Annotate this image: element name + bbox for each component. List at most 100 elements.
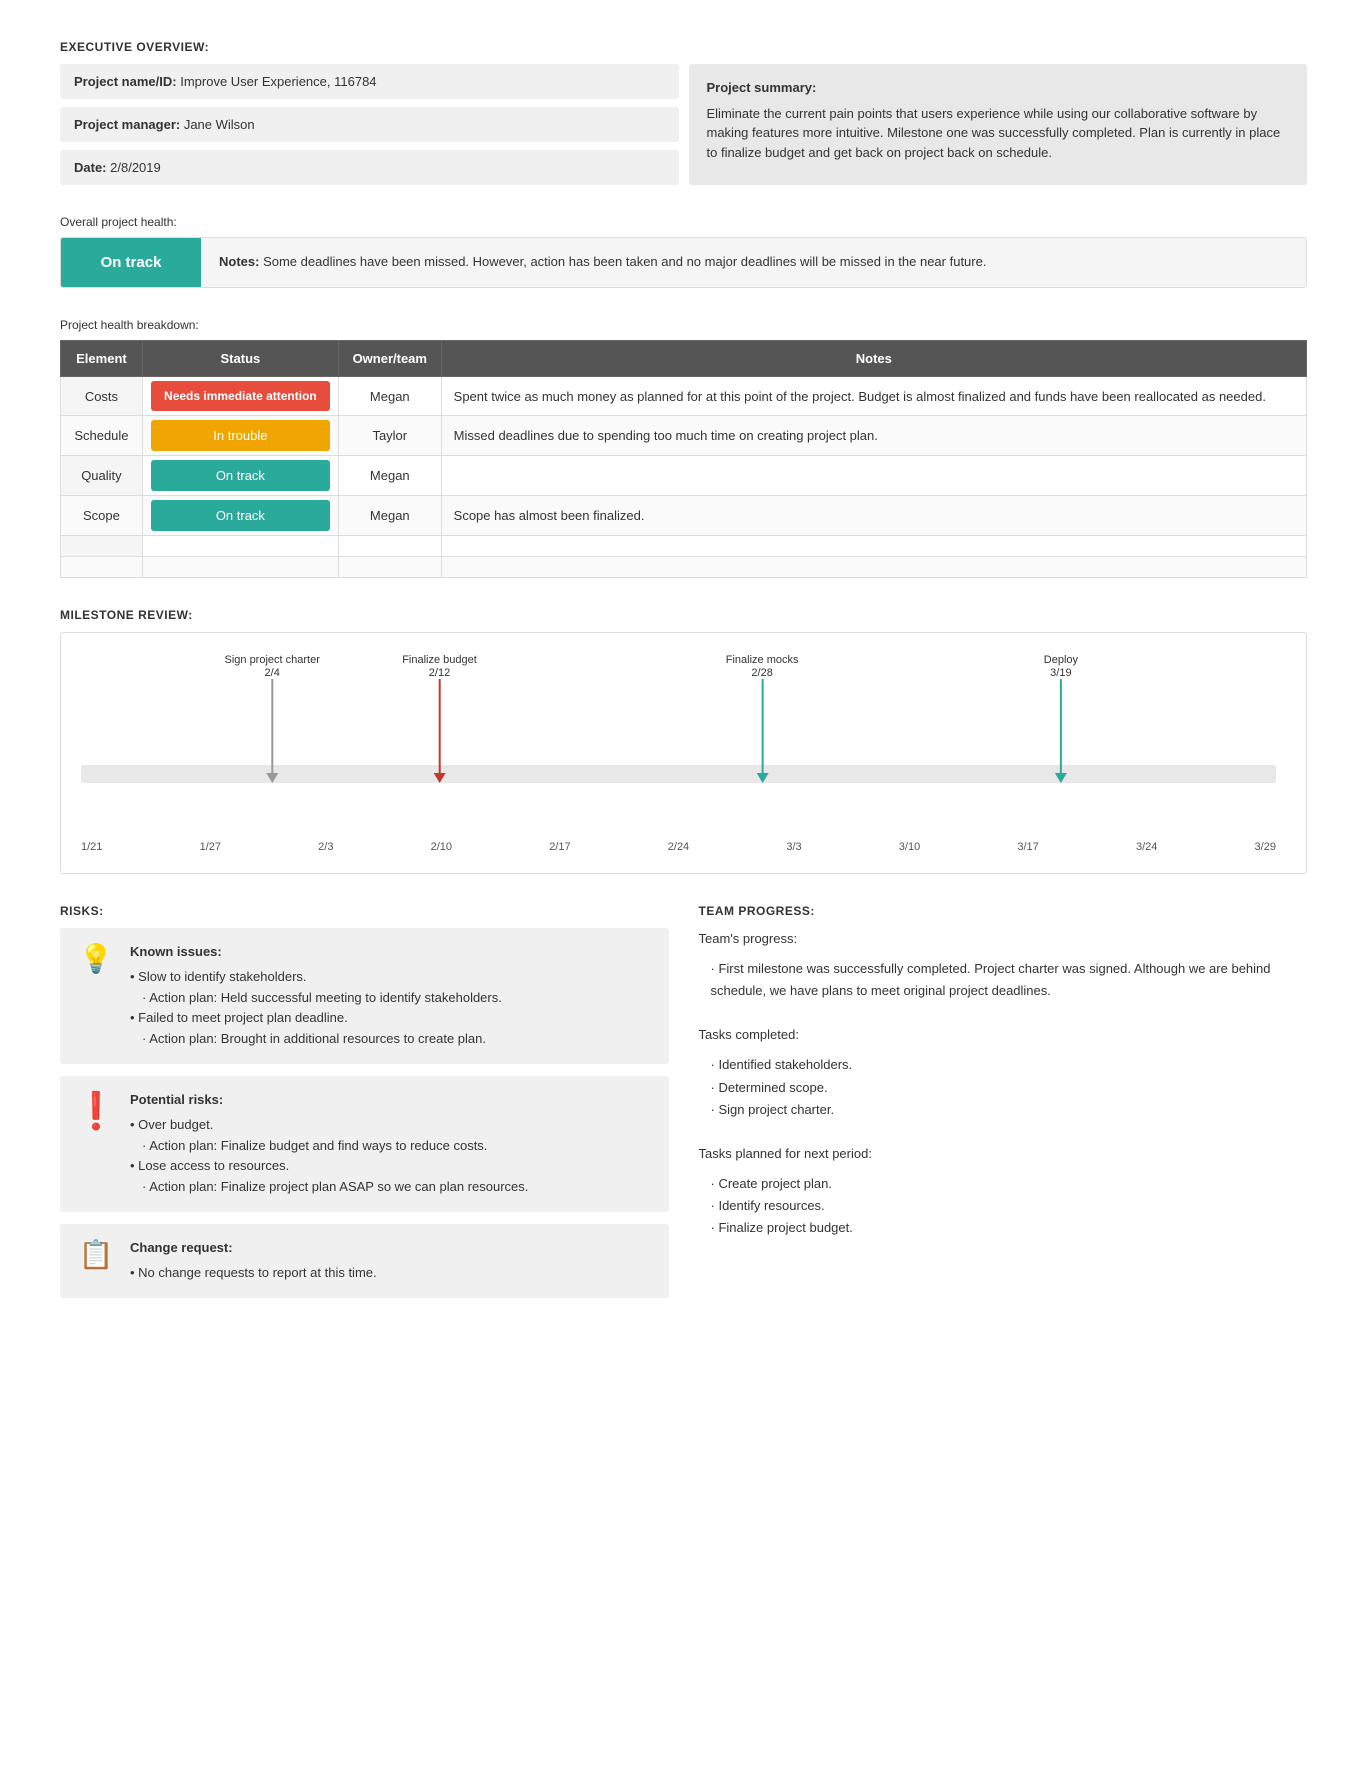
project-name-value: Improve User Experience, 116784 <box>180 74 376 89</box>
date-value: 2/8/2019 <box>110 160 161 175</box>
project-name-field: Project name/ID: Improve User Experience… <box>60 64 679 99</box>
risks-section: RISKS: 💡Known issues:• Slow to identify … <box>60 904 669 1310</box>
risks-title: RISKS: <box>60 904 669 918</box>
list-item: Identified stakeholders. <box>711 1054 1308 1076</box>
list-item: Finalize project budget. <box>711 1217 1308 1239</box>
team-progress-label: Team's progress: <box>699 928 1308 950</box>
table-row: ScopeOn trackMeganScope has almost been … <box>61 496 1307 536</box>
team-completed-label: Tasks completed: <box>699 1024 1308 1046</box>
team-title: TEAM PROGRESS: <box>699 904 1308 918</box>
table-row: ScheduleIn troubleTaylorMissed deadlines… <box>61 416 1307 456</box>
milestone-item: Finalize budget2/12 <box>402 653 477 783</box>
milestone-line <box>438 679 440 773</box>
x-axis-label: 1/21 <box>81 841 102 853</box>
risk-content: Known issues: • Slow to identify stakehol… <box>130 942 653 1050</box>
executive-left: Project name/ID: Improve User Experience… <box>60 64 679 185</box>
executive-overview-title: EXECUTIVE OVERVIEW: <box>60 40 1307 54</box>
milestone-arrow <box>1055 773 1067 783</box>
milestone-item: Deploy3/19 <box>1044 653 1078 783</box>
status-cell: On track <box>142 496 338 536</box>
status-badge: Needs immediate attention <box>151 381 330 411</box>
breakdown-table: Element Status Owner/team Notes CostsNee… <box>60 340 1307 578</box>
milestone-date: 2/4 <box>265 667 280 679</box>
milestone-label: Deploy <box>1044 653 1078 667</box>
element-cell: Schedule <box>61 416 143 456</box>
risk-line: • Lose access to resources. <box>130 1156 653 1177</box>
milestone-date: 2/12 <box>429 667 450 679</box>
x-axis-label: 3/10 <box>899 841 920 853</box>
team-planned-label: Tasks planned for next period: <box>699 1143 1308 1165</box>
owner-cell: Megan <box>338 496 441 536</box>
manager-field: Project manager: Jane Wilson <box>60 107 679 142</box>
notes-label: Notes: <box>219 254 259 269</box>
notes-cell: Missed deadlines due to spending too muc… <box>441 416 1306 456</box>
milestone-item: Finalize mocks2/28 <box>726 653 799 783</box>
x-axis: 1/211/272/32/102/172/243/33/103/173/243/… <box>81 833 1276 853</box>
team-completed-bullets: Identified stakeholders.Determined scope… <box>699 1054 1308 1120</box>
element-cell: Quality <box>61 456 143 496</box>
element-cell: Costs <box>61 377 143 416</box>
manager-value: Jane Wilson <box>184 117 255 132</box>
team-section: TEAM PROGRESS: Team's progress: First mi… <box>699 904 1308 1310</box>
team-content: Team's progress: First milestone was suc… <box>699 928 1308 1239</box>
team-planned-bullets: Create project plan.Identify resources.F… <box>699 1173 1308 1239</box>
milestone-title: MILESTONE REVIEW: <box>60 608 1307 622</box>
health-notes: Notes: Some deadlines have been missed. … <box>201 238 1306 287</box>
milestone-line <box>761 679 763 773</box>
risk-line: • Slow to identify stakeholders. <box>130 967 653 988</box>
executive-overview-section: EXECUTIVE OVERVIEW: Project name/ID: Imp… <box>60 40 1307 185</box>
table-row: QualityOn trackMegan <box>61 456 1307 496</box>
summary-label: Project summary: <box>707 78 1290 98</box>
executive-grid: Project name/ID: Improve User Experience… <box>60 64 1307 185</box>
notes-text: Some deadlines have been missed. However… <box>263 254 986 269</box>
milestone-arrow <box>266 773 278 783</box>
bottom-grid: RISKS: 💡Known issues:• Slow to identify … <box>60 904 1307 1310</box>
x-axis-label: 2/3 <box>318 841 333 853</box>
notes-cell <box>441 536 1306 557</box>
list-item: Sign project charter. <box>711 1099 1308 1121</box>
col-notes: Notes <box>441 341 1306 377</box>
risk-card: 📋 Change request:• No change requests to … <box>60 1224 669 1298</box>
manager-label: Project manager: <box>74 117 180 132</box>
project-name-label: Project name/ID: <box>74 74 177 89</box>
status-badge: On track <box>151 460 330 491</box>
status-badge: In trouble <box>151 420 330 451</box>
owner-cell <box>338 557 441 578</box>
owner-cell <box>338 536 441 557</box>
risk-line: · Action plan: Finalize budget and find … <box>142 1136 653 1157</box>
exclaim-icon: ❗ <box>76 1090 116 1198</box>
milestone-label: Sign project charter <box>224 653 319 667</box>
milestone-label: Finalize budget <box>402 653 477 667</box>
milestone-section: MILESTONE REVIEW: Sign project charter2/… <box>60 608 1307 874</box>
status-cell: Needs immediate attention <box>142 377 338 416</box>
notes-cell: Scope has almost been finalized. <box>441 496 1306 536</box>
list-item: First milestone was successfully complet… <box>711 958 1308 1002</box>
risk-title: Potential risks: <box>130 1090 653 1111</box>
x-axis-label: 3/17 <box>1017 841 1038 853</box>
col-element: Element <box>61 341 143 377</box>
risk-card: 💡Known issues:• Slow to identify stakeho… <box>60 928 669 1064</box>
x-axis-label: 2/10 <box>431 841 452 853</box>
risk-content: Potential risks:• Over budget.· Action p… <box>130 1090 653 1198</box>
risk-content: Change request:• No change requests to r… <box>130 1238 653 1284</box>
project-summary: Project summary: Eliminate the current p… <box>689 64 1308 185</box>
element-cell <box>61 536 143 557</box>
milestone-area: Sign project charter2/4Finalize budget2/… <box>81 653 1276 833</box>
clipboard-icon: 📋 <box>76 1238 116 1284</box>
risk-line: • Failed to meet project plan deadline. <box>130 1008 653 1029</box>
milestone-item: Sign project charter2/4 <box>224 653 319 783</box>
status-cell <box>142 536 338 557</box>
breakdown-section: Project health breakdown: Element Status… <box>60 318 1307 578</box>
risk-title: Known issues: <box>130 942 653 963</box>
risk-card: ❗Potential risks:• Over budget.· Action … <box>60 1076 669 1212</box>
overall-health-section: Overall project health: On track Notes: … <box>60 215 1307 288</box>
risk-line: · Action plan: Brought in additional res… <box>142 1029 653 1050</box>
col-owner: Owner/team <box>338 341 441 377</box>
risk-line: · Action plan: Finalize project plan ASA… <box>142 1177 653 1198</box>
table-row <box>61 557 1307 578</box>
x-axis-label: 1/27 <box>200 841 221 853</box>
list-item: Determined scope. <box>711 1077 1308 1099</box>
date-label: Date: <box>74 160 107 175</box>
milestone-label: Finalize mocks <box>726 653 799 667</box>
owner-cell: Megan <box>338 377 441 416</box>
